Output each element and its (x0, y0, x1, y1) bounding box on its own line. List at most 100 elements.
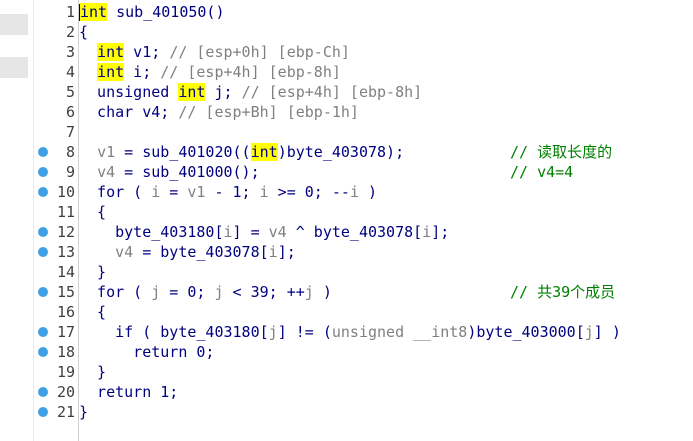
line-number: 21 (56, 403, 75, 421)
code-line[interactable]: 15 for ( j = 0; j < 39; ++j ) // 共39个成员 (34, 282, 693, 302)
code-token: // [esp+Bh] [ebp-1h] (178, 103, 359, 121)
code-line[interactable]: 20 return 1; (34, 382, 693, 402)
code-text[interactable]: return 1; (79, 382, 178, 402)
code-line[interactable]: 11 { (34, 202, 693, 222)
breakpoint-marker-icon[interactable] (38, 327, 48, 337)
code-token: i (223, 223, 233, 241)
breakpoint-marker-icon[interactable] (38, 407, 48, 417)
code-token: int (80, 3, 108, 21)
code-token: unsigned (79, 83, 179, 101)
code-token: >= 0; -- (268, 183, 350, 201)
code-token: { (79, 203, 107, 221)
breakpoint-marker-icon[interactable] (38, 147, 48, 157)
code-line[interactable]: 13 v4 = byte_403078[i]; (34, 242, 693, 262)
code-area[interactable]: 1 int sub_401050() 2{3 int v1; // [esp+0h]… (34, 2, 693, 422)
code-token: for ( (79, 283, 152, 301)
code-line[interactable]: 3 int v1; // [esp+0h] [ebp-Ch] (34, 42, 693, 62)
code-token: int (97, 63, 125, 81)
code-token: j (214, 283, 224, 301)
line-number: 8 (65, 143, 75, 161)
code-text[interactable]: for ( i = v1 - 1; i >= 0; --i ) (79, 182, 377, 202)
code-token: } (79, 363, 107, 381)
line-number: 3 (65, 43, 75, 61)
code-comment: // 共39个成员 (510, 283, 616, 301)
panel-row-band-selected[interactable] (0, 57, 28, 78)
breakpoint-marker-icon[interactable] (38, 167, 48, 177)
code-line[interactable]: 17 if ( byte_403180[j] != (unsigned __in… (34, 322, 693, 342)
code-line[interactable]: 6 char v4; // [esp+Bh] [ebp-1h] (34, 102, 693, 122)
code-token: { (79, 23, 89, 41)
code-line[interactable]: 16 { (34, 302, 693, 322)
code-token: ) (313, 283, 332, 301)
code-token: byte_403180[ (79, 223, 224, 241)
code-line[interactable]: 21} (34, 402, 693, 422)
code-token: - 1; (205, 183, 260, 201)
code-text[interactable]: int v1; // [esp+0h] [ebp-Ch] (79, 42, 350, 62)
code-text[interactable]: } (79, 362, 106, 382)
code-text[interactable]: { (79, 302, 106, 322)
line-number: 4 (65, 63, 75, 81)
code-token: i; (124, 63, 161, 81)
code-token: i (259, 183, 269, 201)
breakpoint-marker-icon[interactable] (38, 187, 48, 197)
code-line[interactable]: 8 v1 = sub_401020((int)byte_403078); // 读… (34, 142, 693, 162)
code-text[interactable]: for ( j = 0; j < 39; ++j ) (79, 282, 332, 302)
code-token: v1 (187, 183, 206, 201)
code-line[interactable]: 2{ (34, 22, 693, 42)
code-line[interactable]: 4 int i; // [esp+4h] [ebp-8h] (34, 62, 693, 82)
breakpoint-marker-icon[interactable] (38, 347, 48, 357)
code-text[interactable]: } (79, 262, 106, 282)
code-text[interactable]: unsigned int j; // [esp+4h] [ebp-8h] (79, 82, 422, 102)
code-text[interactable]: v4 = sub_401000(); (79, 162, 260, 182)
code-token: char v4; (79, 103, 179, 121)
code-text[interactable]: { (79, 22, 88, 42)
code-token: { (79, 303, 107, 321)
code-text[interactable]: int sub_401050() (79, 2, 225, 22)
code-token: } (79, 263, 107, 281)
code-text[interactable]: v4 = byte_403078[i]; (79, 242, 296, 262)
side-panel[interactable] (0, 0, 33, 441)
code-text[interactable]: { (79, 202, 106, 222)
code-text[interactable]: } (79, 402, 88, 422)
code-line[interactable]: 18 return 0; (34, 342, 693, 362)
line-number: 11 (56, 203, 75, 221)
breakpoint-marker-icon[interactable] (38, 287, 48, 297)
code-text[interactable]: return 0; (79, 342, 214, 362)
code-line[interactable]: 9 v4 = sub_401000(); // v4=4 (34, 162, 693, 182)
code-token: ]; (277, 243, 296, 261)
code-token: j; (205, 83, 242, 101)
code-token: i (422, 223, 432, 241)
code-text[interactable]: int i; // [esp+4h] [ebp-8h] (79, 62, 341, 82)
code-token: v4 (97, 163, 116, 181)
code-token: ) (358, 183, 378, 201)
code-line[interactable]: 12 byte_403180[i] = v4 ^ byte_403078[i]; (34, 222, 693, 242)
code-token: = sub_401000(); (115, 163, 260, 181)
code-line[interactable]: 5 unsigned int j; // [esp+4h] [ebp-8h] (34, 82, 693, 102)
pseudocode-viewer: 1 int sub_401050() 2{3 int v1; // [esp+0h]… (0, 0, 693, 441)
breakpoint-marker-icon[interactable] (38, 247, 48, 257)
code-token: unsigned __int8 (331, 323, 468, 341)
code-text[interactable]: char v4; // [esp+Bh] [ebp-1h] (79, 102, 359, 122)
code-text[interactable]: v1 = sub_401020((int)byte_403078); (79, 142, 404, 162)
code-line[interactable]: 19 } (34, 362, 693, 382)
code-token: int (178, 83, 206, 101)
code-text[interactable]: if ( byte_403180[j] != (unsigned __int8)… (79, 322, 621, 342)
code-token: // [esp+4h] [ebp-8h] (241, 83, 423, 101)
code-token: = 0; (160, 283, 215, 301)
code-text[interactable]: byte_403180[i] = v4 ^ byte_403078[i]; (79, 222, 449, 242)
code-line[interactable]: 7 (34, 122, 693, 142)
code-comment: // v4=4 (510, 163, 574, 181)
code-token: j (304, 283, 314, 301)
breakpoint-marker-icon[interactable] (38, 227, 48, 237)
code-line[interactable]: 1 int sub_401050() (34, 2, 693, 22)
code-token: return 0; (79, 343, 215, 361)
code-line[interactable]: 10 for ( i = v1 - 1; i >= 0; --i ) (34, 182, 693, 202)
panel-row-band[interactable] (0, 14, 28, 35)
code-line[interactable]: 14 } (34, 262, 693, 282)
line-number: 17 (56, 323, 75, 341)
code-token: = byte_403078[ (133, 243, 269, 261)
breakpoint-marker-icon[interactable] (38, 387, 48, 397)
line-number: 15 (56, 283, 75, 301)
